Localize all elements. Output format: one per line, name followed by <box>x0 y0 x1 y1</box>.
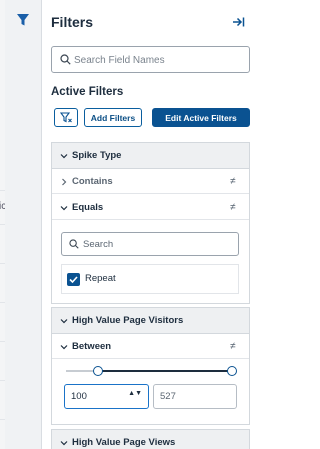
slider-min-handle[interactable] <box>93 366 103 376</box>
search-field-names-input[interactable] <box>74 51 244 69</box>
filter-rail <box>5 0 42 449</box>
row-label: Between <box>72 341 112 352</box>
row-between[interactable]: Between ≠ <box>52 335 249 359</box>
range-min-input[interactable]: 100 ▲▼ <box>64 384 149 409</box>
group-header-high-value-page-views[interactable]: High Value Page Views <box>52 430 249 449</box>
field-search <box>51 46 250 73</box>
slider-fill <box>98 370 232 372</box>
chevron-down-icon <box>60 154 68 159</box>
chevron-down-icon <box>60 319 68 324</box>
operator-toggle[interactable]: ≠ <box>230 341 236 352</box>
group-label: Spike Type <box>72 150 122 161</box>
operator-toggle[interactable]: ≠ <box>230 176 236 187</box>
chevron-down-icon <box>60 345 68 350</box>
filter-icon[interactable] <box>16 13 30 27</box>
checkbox-checked[interactable] <box>67 273 80 286</box>
row-contains[interactable]: Contains ≠ <box>52 170 249 194</box>
chevron-right-icon <box>62 178 67 186</box>
collapse-panel-icon[interactable] <box>230 14 246 30</box>
active-filters-heading: Active Filters <box>51 86 124 98</box>
value-search-input[interactable] <box>83 236 233 253</box>
option-label: Repeat <box>85 273 116 284</box>
group-label: High Value Page Visitors <box>72 315 184 326</box>
search-icon <box>69 239 79 249</box>
checkmark-icon <box>69 276 78 284</box>
option-repeat[interactable]: Repeat <box>61 264 239 294</box>
add-filters-button[interactable]: Add Filters <box>84 108 142 127</box>
panel-title: Filters <box>51 14 94 30</box>
operator-toggle[interactable]: ≠ <box>230 202 236 213</box>
filters-panel: Filters Active Filters Add Filters Edit … <box>42 0 256 449</box>
range-max-input[interactable]: 527 <box>153 384 237 409</box>
edit-active-filters-button[interactable]: Edit Active Filters <box>152 108 250 127</box>
group-header-high-value-page-visitors[interactable]: High Value Page Visitors <box>52 308 249 334</box>
group-label: High Value Page Views <box>72 437 176 448</box>
chevron-down-icon <box>60 206 68 211</box>
range-slider[interactable] <box>66 366 237 376</box>
group-header-spike-type[interactable]: Spike Type <box>52 143 249 169</box>
range-min-value: 100 <box>71 391 87 402</box>
row-label: Contains <box>72 176 113 187</box>
chevron-down-icon <box>60 441 68 446</box>
row-equals[interactable]: Equals ≠ <box>52 196 249 220</box>
search-icon <box>60 54 71 65</box>
clear-filter-icon <box>60 112 72 123</box>
filter-group-spike-type: Spike Type Contains ≠ Equals ≠ Repeat <box>51 142 250 304</box>
value-search <box>61 232 239 256</box>
range-max-value: 527 <box>160 391 176 402</box>
filter-group-high-value-page-views: High Value Page Views <box>51 429 250 449</box>
slider-max-handle[interactable] <box>227 366 237 376</box>
clear-filters-button[interactable] <box>54 108 78 127</box>
row-label: Equals <box>72 202 104 213</box>
spinner-icon[interactable]: ▲▼ <box>128 390 142 397</box>
